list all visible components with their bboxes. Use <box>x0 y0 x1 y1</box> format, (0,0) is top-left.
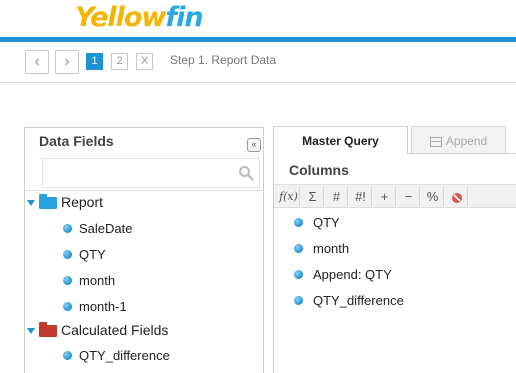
column-dot-icon <box>294 244 303 254</box>
tree-group-label: Calculated Fields <box>61 322 169 338</box>
subtract-button[interactable]: − <box>398 187 420 206</box>
column-dot-icon <box>294 218 303 228</box>
folder-icon <box>39 194 57 210</box>
sum-button[interactable]: Σ <box>302 187 324 206</box>
table-icon <box>429 136 442 147</box>
logo-text-blue: fin <box>165 2 203 33</box>
tree-item-label: QTY <box>79 246 106 262</box>
step-title: Step 1. Report Data <box>170 53 277 67</box>
folder-icon <box>39 322 57 338</box>
tree-group-label: Report <box>61 194 104 210</box>
tree-item-saledate[interactable]: SaleDate <box>63 219 132 237</box>
columns-title: Columns <box>289 162 349 178</box>
header-accent-bar <box>0 37 516 42</box>
tree-divider <box>25 190 263 191</box>
collapse-panel-button[interactable]: « <box>247 138 261 152</box>
field-search-input[interactable] <box>43 159 233 185</box>
column-label: month <box>313 241 350 257</box>
expand-caret-icon[interactable] <box>27 328 35 335</box>
app-header: Yellowfin <box>0 0 516 38</box>
count-button[interactable]: # <box>326 187 348 206</box>
chevron-right-icon: › <box>64 53 70 70</box>
chevron-left-icon: ‹ <box>34 53 40 70</box>
column-item-month[interactable]: month <box>294 240 349 256</box>
forward-button[interactable]: › <box>55 50 79 74</box>
function-button[interactable]: f(x) <box>278 187 300 206</box>
column-label: QTY <box>313 215 340 231</box>
tree-item-label: QTY_difference <box>79 347 170 363</box>
column-label: QTY_difference <box>313 293 404 309</box>
column-item-qty-difference[interactable]: QTY_difference <box>294 292 404 308</box>
count-distinct-button[interactable]: #! <box>350 187 372 206</box>
data-fields-title: Data Fields <box>39 133 114 149</box>
tree-item-label: SaleDate <box>79 220 133 236</box>
tab-append[interactable]: Append <box>411 126 506 154</box>
step-1-button[interactable]: 1 <box>86 53 103 70</box>
column-dot-icon <box>294 270 303 280</box>
column-dot-icon <box>294 296 303 306</box>
field-dot-icon <box>63 249 72 259</box>
close-steps-button[interactable]: X <box>136 53 153 70</box>
field-dot-icon <box>63 350 72 360</box>
tree-item-month[interactable]: month <box>63 271 115 289</box>
add-button[interactable]: + <box>374 187 396 206</box>
field-search-box <box>42 158 260 188</box>
field-dot-icon <box>63 301 72 311</box>
columns-toolbar: f(x) Σ # #! + − % <box>274 184 516 208</box>
column-label: Append: QTY <box>313 267 392 283</box>
step-bar: ‹ › 1 2 X Step 1. Report Data <box>0 43 516 83</box>
tree-item-label: month <box>79 272 116 288</box>
data-fields-panel: Data Fields « Report SaleDate QTY month … <box>24 127 264 373</box>
columns-panel: Columns f(x) Σ # #! + − % QTY month Appe… <box>273 153 516 373</box>
field-dot-icon <box>63 223 72 233</box>
tree-item-label: month-1 <box>79 298 127 314</box>
expand-caret-icon[interactable] <box>27 200 35 207</box>
tree-item-qty[interactable]: QTY <box>63 245 106 263</box>
tree-item-qty-difference[interactable]: QTY_difference <box>63 346 170 364</box>
tree-group-calculated-fields[interactable]: Calculated Fields <box>27 322 168 340</box>
tab-append-label: Append <box>445 134 488 148</box>
column-item-qty[interactable]: QTY <box>294 214 340 230</box>
no-icon <box>451 192 462 203</box>
back-button[interactable]: ‹ <box>25 50 49 74</box>
column-item-append-qty[interactable]: Append: QTY <box>294 266 392 282</box>
yellowfin-logo: Yellowfin <box>75 2 204 33</box>
step-2-button[interactable]: 2 <box>111 53 128 70</box>
tree-item-month-1[interactable]: month-1 <box>63 297 127 315</box>
percent-button[interactable]: % <box>422 187 444 206</box>
field-dot-icon <box>63 275 72 285</box>
search-icon[interactable] <box>238 165 254 181</box>
remove-button[interactable] <box>446 187 468 206</box>
tree-group-report[interactable]: Report <box>27 194 103 212</box>
tab-master-query[interactable]: Master Query <box>273 126 408 154</box>
logo-text-yellow: Yellow <box>75 2 166 33</box>
